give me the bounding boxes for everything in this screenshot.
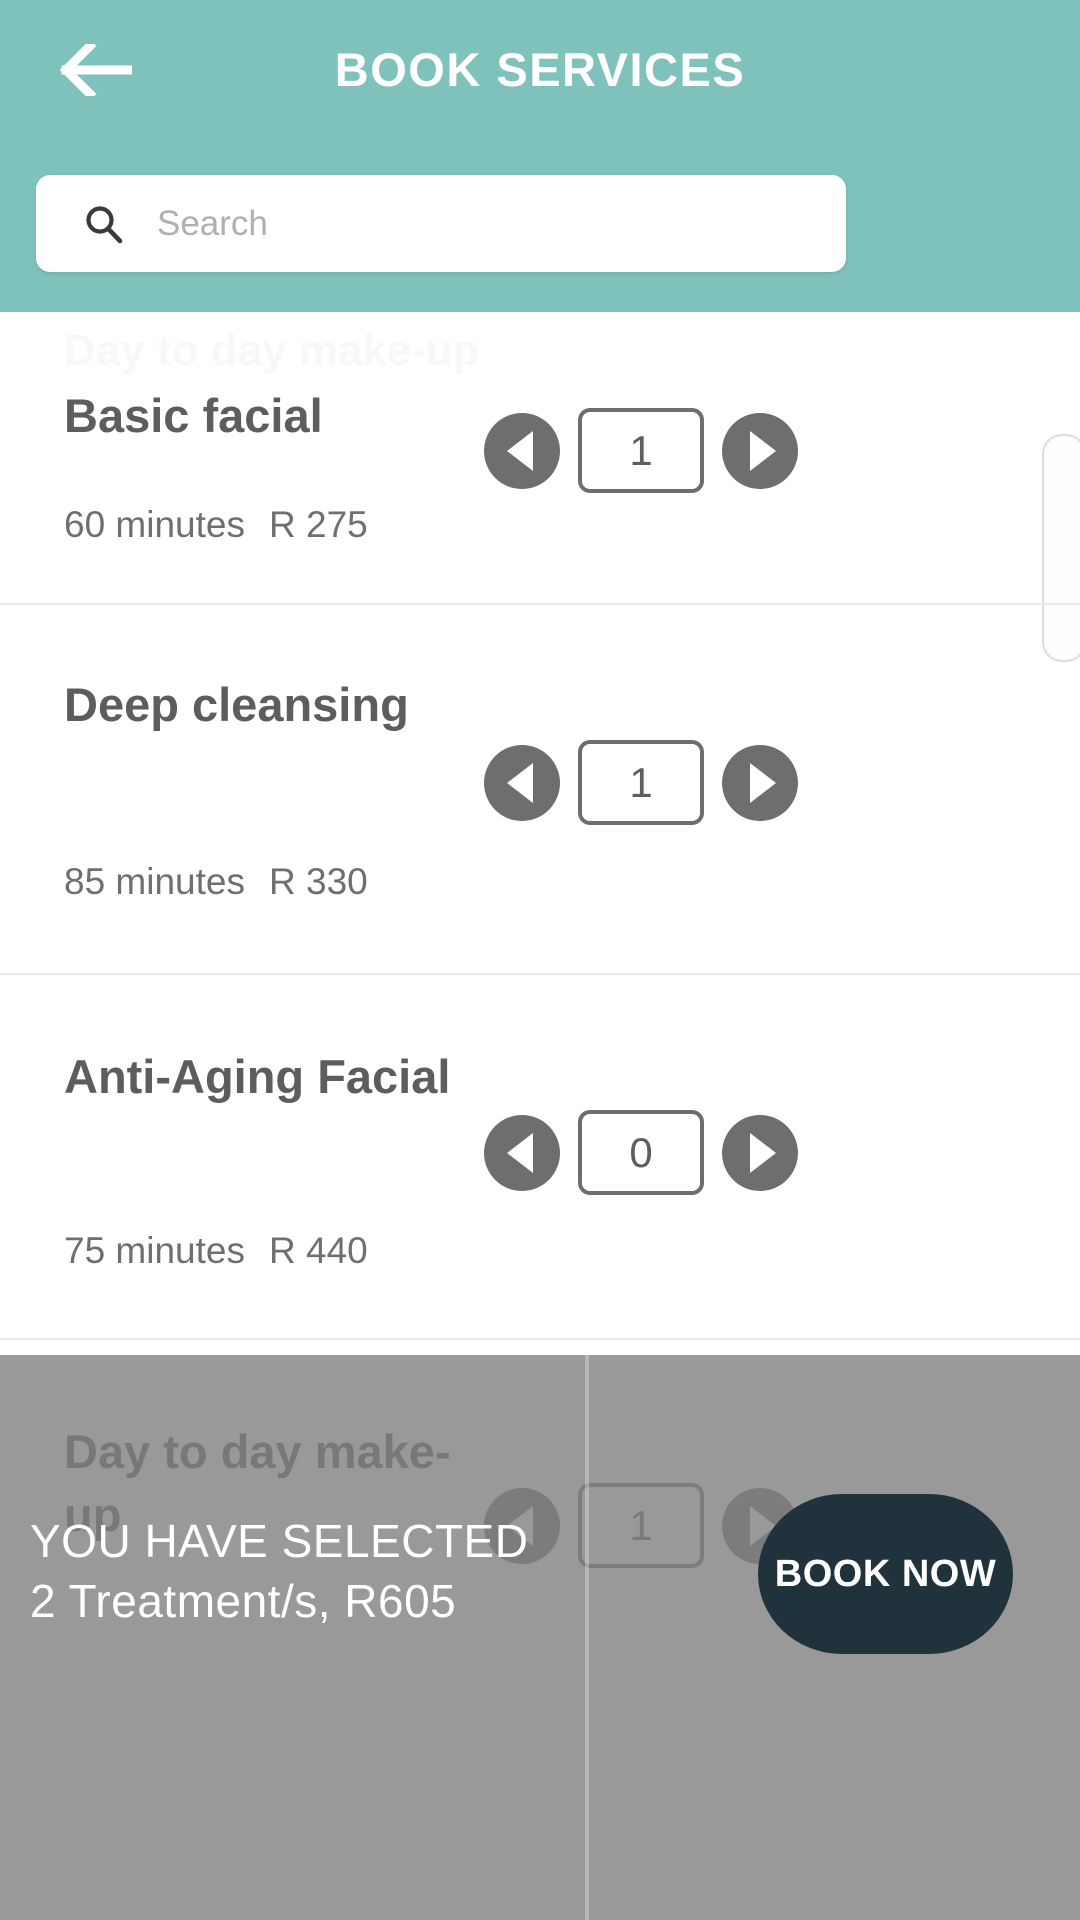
search-icon [86, 205, 123, 243]
service-duration: 75 minutes [64, 1230, 245, 1271]
service-meta: 75 minutes R 440 [64, 1230, 368, 1272]
service-duration: 60 minutes [64, 504, 245, 545]
app-header: BOOK SERVICES [0, 0, 1080, 312]
service-price: R 440 [269, 1230, 368, 1271]
triangle-left-icon [506, 762, 533, 803]
selected-label: YOU HAVE SELECTED [30, 1515, 529, 1567]
selection-summary-text: YOU HAVE SELECTED 2 Treatment/s, R605 [30, 1511, 575, 1631]
service-name: Basic facial [64, 389, 323, 442]
increment-button[interactable] [722, 744, 798, 821]
bottom-bar-divider [585, 1355, 589, 1920]
selected-summary: 2 Treatment/s, R605 [30, 1575, 457, 1627]
quantity-stepper: 0 [484, 1110, 798, 1195]
decrement-button[interactable] [484, 1114, 560, 1191]
quantity-stepper: 1 [484, 740, 798, 825]
quantity-value[interactable]: 1 [578, 408, 704, 493]
service-row[interactable]: Deep cleansing 85 minutes R 330 1 [0, 605, 1080, 975]
triangle-right-icon [749, 762, 776, 803]
search-bar[interactable] [36, 175, 846, 272]
quantity-value[interactable]: 0 [578, 1110, 704, 1195]
service-meta: 85 minutes R 330 [64, 861, 368, 903]
triangle-right-icon [749, 430, 776, 471]
quantity-stepper: 1 [484, 408, 798, 493]
service-row[interactable]: Anti-Aging Facial 75 minutes R 440 0 [0, 975, 1080, 1340]
triangle-left-icon [506, 430, 533, 471]
service-name: Anti-Aging Facial [64, 1050, 451, 1103]
service-price: R 275 [269, 504, 368, 545]
service-duration: 85 minutes [64, 861, 245, 902]
search-input[interactable] [157, 175, 846, 272]
triangle-left-icon [506, 1132, 533, 1173]
service-price: R 330 [269, 861, 368, 902]
service-name: Deep cleansing [64, 678, 409, 731]
increment-button[interactable] [722, 1114, 798, 1191]
triangle-right-icon [749, 1132, 776, 1173]
increment-button[interactable] [722, 412, 798, 489]
book-now-button[interactable]: BOOK NOW [758, 1494, 1013, 1654]
decrement-button[interactable] [484, 412, 560, 489]
service-row[interactable]: Basic facial 60 minutes R 275 1 [0, 312, 1080, 605]
page-title: BOOK SERVICES [334, 43, 746, 96]
quantity-value[interactable]: 1 [578, 740, 704, 825]
service-meta: 60 minutes R 275 [64, 504, 368, 546]
decrement-button[interactable] [484, 744, 560, 821]
